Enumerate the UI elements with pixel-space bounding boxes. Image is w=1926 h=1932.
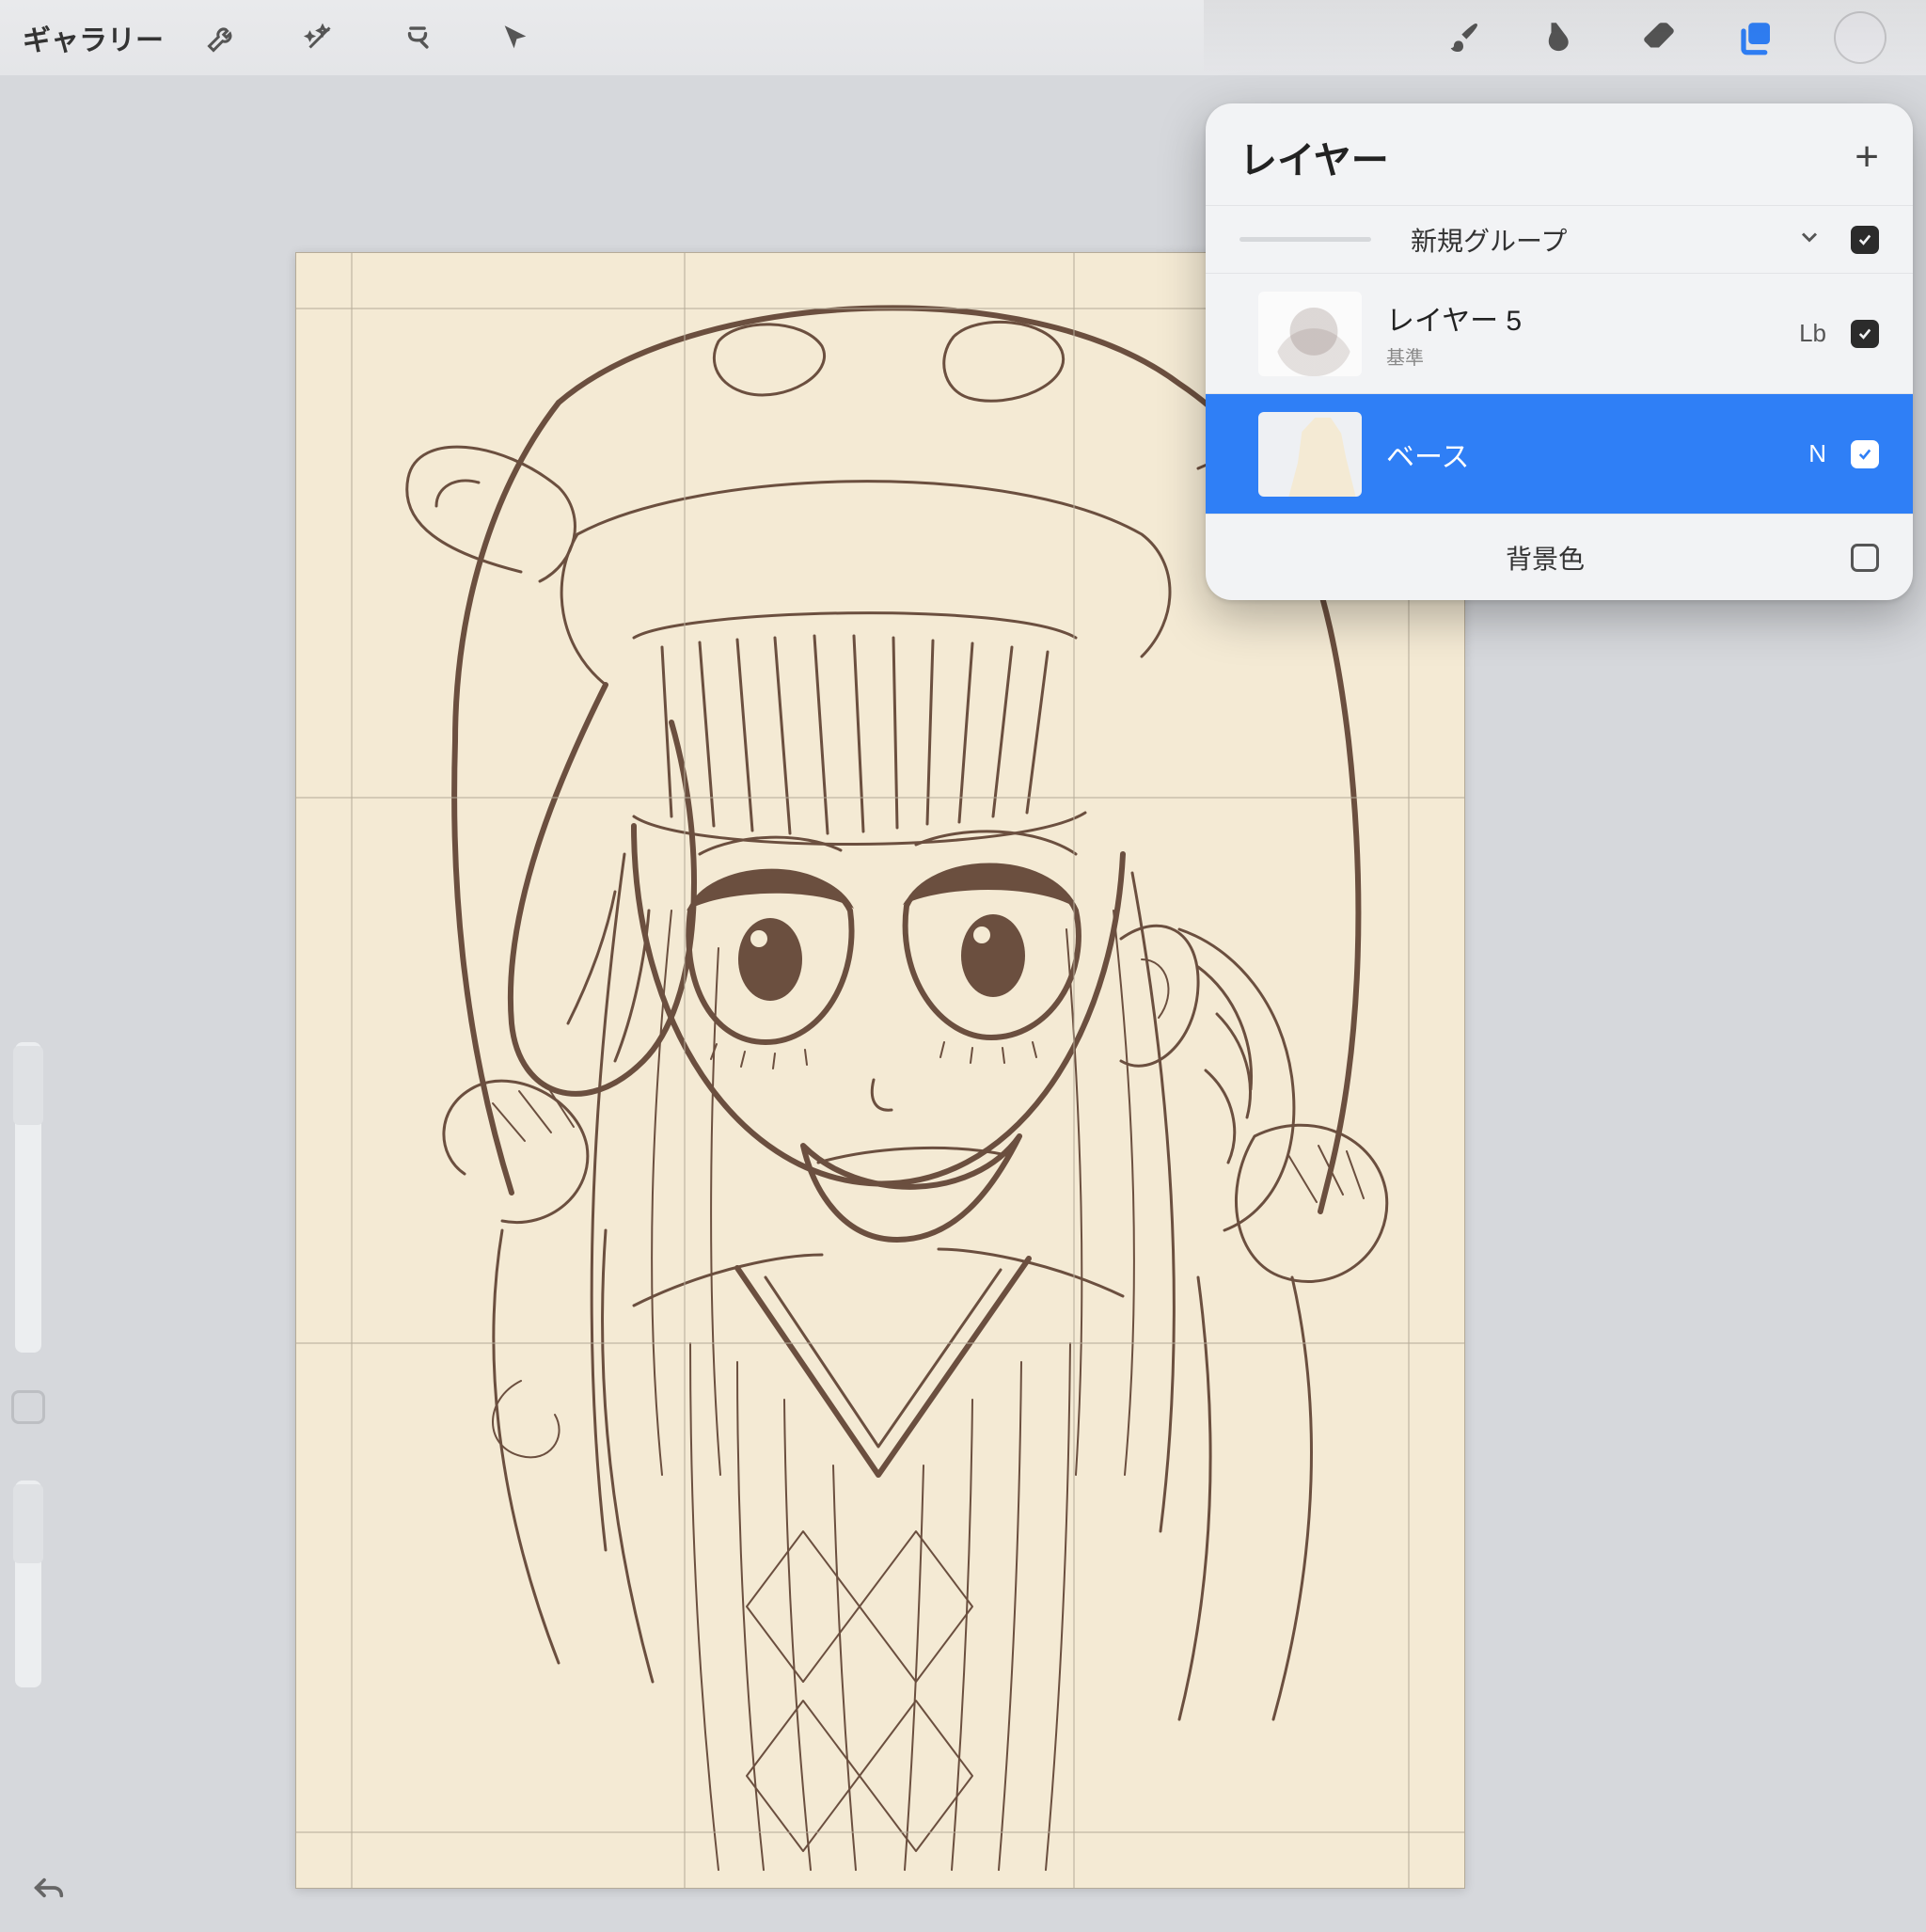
background-label: 背景色 [1239, 539, 1851, 577]
group-drag-handle[interactable] [1239, 237, 1371, 242]
background-visibility-checkbox[interactable] [1851, 544, 1879, 572]
layer-name-label: レイヤー 5 [1386, 297, 1749, 339]
gallery-button[interactable]: ギャラリー [23, 17, 164, 58]
wand-icon[interactable] [299, 17, 340, 58]
blend-mode-code[interactable]: N [1774, 439, 1826, 468]
add-layer-button[interactable]: + [1855, 136, 1879, 178]
layer-name-label: ベース [1386, 434, 1749, 475]
layer-reference-badge: 基準 [1386, 342, 1749, 370]
group-visibility-checkbox[interactable] [1851, 226, 1879, 254]
undo-icon[interactable] [28, 1872, 70, 1913]
move-arrow-icon[interactable] [495, 17, 536, 58]
brush-size-slider[interactable] [15, 1042, 41, 1353]
layers-panel-title: レイヤー [1239, 130, 1389, 184]
layer-thumbnail [1258, 292, 1362, 376]
layer-thumbnail [1258, 412, 1362, 497]
layer-group-row[interactable]: 新規グループ [1206, 205, 1913, 273]
blend-mode-code[interactable]: Lb [1774, 319, 1826, 348]
smudge-icon[interactable] [1540, 17, 1582, 58]
layer-visibility-checkbox[interactable] [1851, 440, 1879, 468]
side-controls [15, 1042, 53, 1725]
toolbar-left-group [201, 17, 536, 58]
selection-icon[interactable] [397, 17, 438, 58]
layers-icon[interactable] [1736, 17, 1777, 58]
opacity-slider[interactable] [15, 1481, 41, 1687]
layer-row[interactable]: レイヤー 5 基準 Lb [1206, 273, 1913, 393]
brush-icon[interactable] [1443, 17, 1484, 58]
background-color-row[interactable]: 背景色 [1206, 514, 1913, 600]
toolbar-right-group [1443, 11, 1903, 64]
chevron-down-icon[interactable] [1796, 224, 1823, 255]
layer-visibility-checkbox[interactable] [1851, 320, 1879, 348]
group-name-label: 新規グループ [1411, 221, 1796, 259]
eraser-icon[interactable] [1638, 17, 1680, 58]
layers-panel: レイヤー + 新規グループ レイヤー 5 基準 Lb ベース N [1206, 103, 1913, 600]
wrench-icon[interactable] [201, 17, 243, 58]
color-picker-button[interactable] [1834, 11, 1887, 64]
layer-row[interactable]: ベース N [1206, 393, 1913, 514]
modifier-button[interactable] [11, 1390, 45, 1424]
top-toolbar: ギャラリー [0, 0, 1926, 75]
